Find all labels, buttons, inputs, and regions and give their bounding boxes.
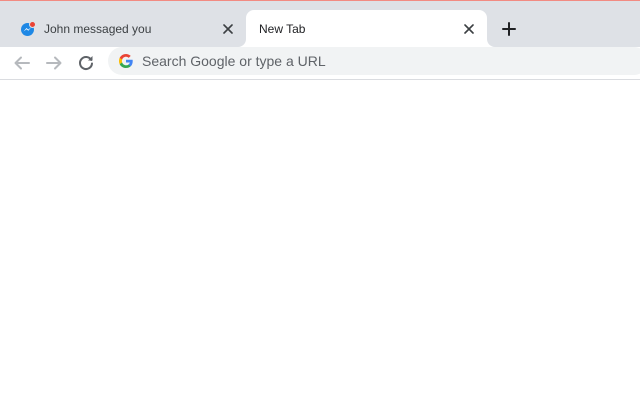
browser-window: John messaged you New Tab: [0, 0, 640, 400]
page-content: [0, 80, 640, 400]
back-arrow-icon: [14, 56, 30, 70]
back-button[interactable]: [10, 51, 34, 75]
plus-icon: [502, 22, 516, 36]
reload-button[interactable]: [74, 51, 98, 75]
omnibox[interactable]: [108, 47, 640, 75]
google-g-icon: [118, 53, 134, 69]
reload-icon: [79, 56, 93, 70]
close-icon[interactable]: [220, 21, 236, 37]
tab-title: John messaged you: [44, 21, 152, 36]
forward-button[interactable]: [42, 51, 66, 75]
toolbar: [0, 47, 640, 80]
tab-new-tab[interactable]: New Tab: [246, 10, 487, 47]
tab-john-messaged-you[interactable]: John messaged you: [8, 10, 246, 47]
tab-title: New Tab: [259, 21, 306, 36]
messenger-icon: [20, 20, 36, 37]
forward-arrow-icon: [46, 56, 62, 70]
tab-strip: John messaged you New Tab: [0, 1, 640, 47]
close-icon[interactable]: [461, 21, 477, 37]
omnibox-input[interactable]: [142, 53, 562, 69]
new-tab-button[interactable]: [496, 16, 522, 42]
